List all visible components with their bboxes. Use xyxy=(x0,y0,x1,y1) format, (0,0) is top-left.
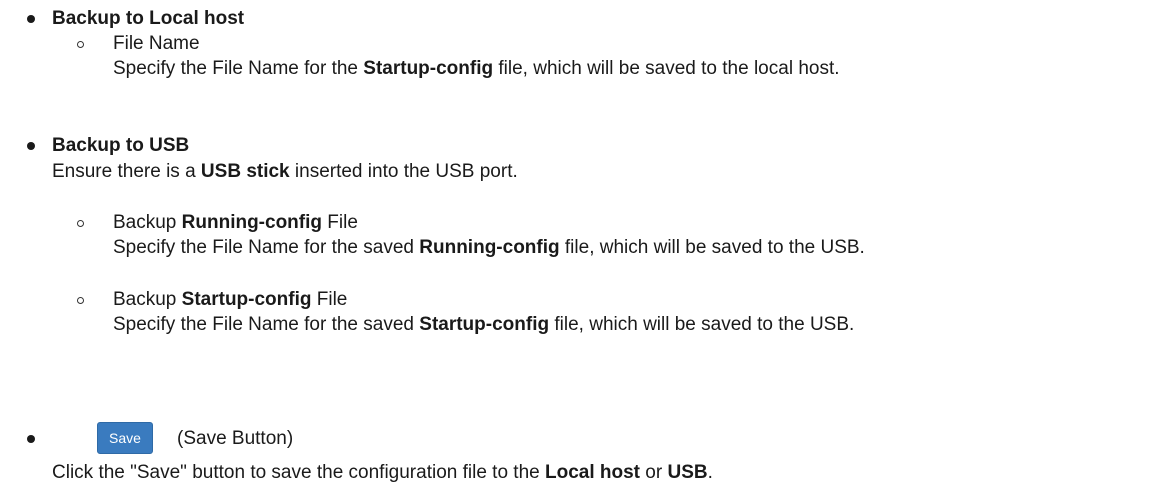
save-description: Click the "Save" button to save the conf… xyxy=(52,462,713,483)
sub-bullet-file-name xyxy=(77,41,84,48)
startup-config-label: Backup Startup-config File xyxy=(113,289,348,310)
bullet-usb xyxy=(27,142,35,150)
startup-config-description: Specify the File Name for the saved Star… xyxy=(113,314,855,335)
sub-bullet-running-config xyxy=(77,220,84,227)
sub-bullet-startup-config xyxy=(77,297,84,304)
running-config-label: Backup Running-config File xyxy=(113,212,358,233)
bullet-local-host xyxy=(27,15,35,23)
local-host-heading: Backup to Local host xyxy=(52,8,245,29)
save-button-caption: (Save Button) xyxy=(177,428,294,449)
usb-instruction: Ensure there is a USB stick inserted int… xyxy=(52,161,518,182)
running-config-description: Specify the File Name for the saved Runn… xyxy=(113,237,865,258)
file-name-label: File Name xyxy=(113,33,200,54)
bullet-save xyxy=(27,435,35,443)
save-button[interactable]: Save xyxy=(97,422,153,454)
local-host-description: Specify the File Name for the Startup-co… xyxy=(113,58,840,79)
usb-heading: Backup to USB xyxy=(52,135,190,156)
